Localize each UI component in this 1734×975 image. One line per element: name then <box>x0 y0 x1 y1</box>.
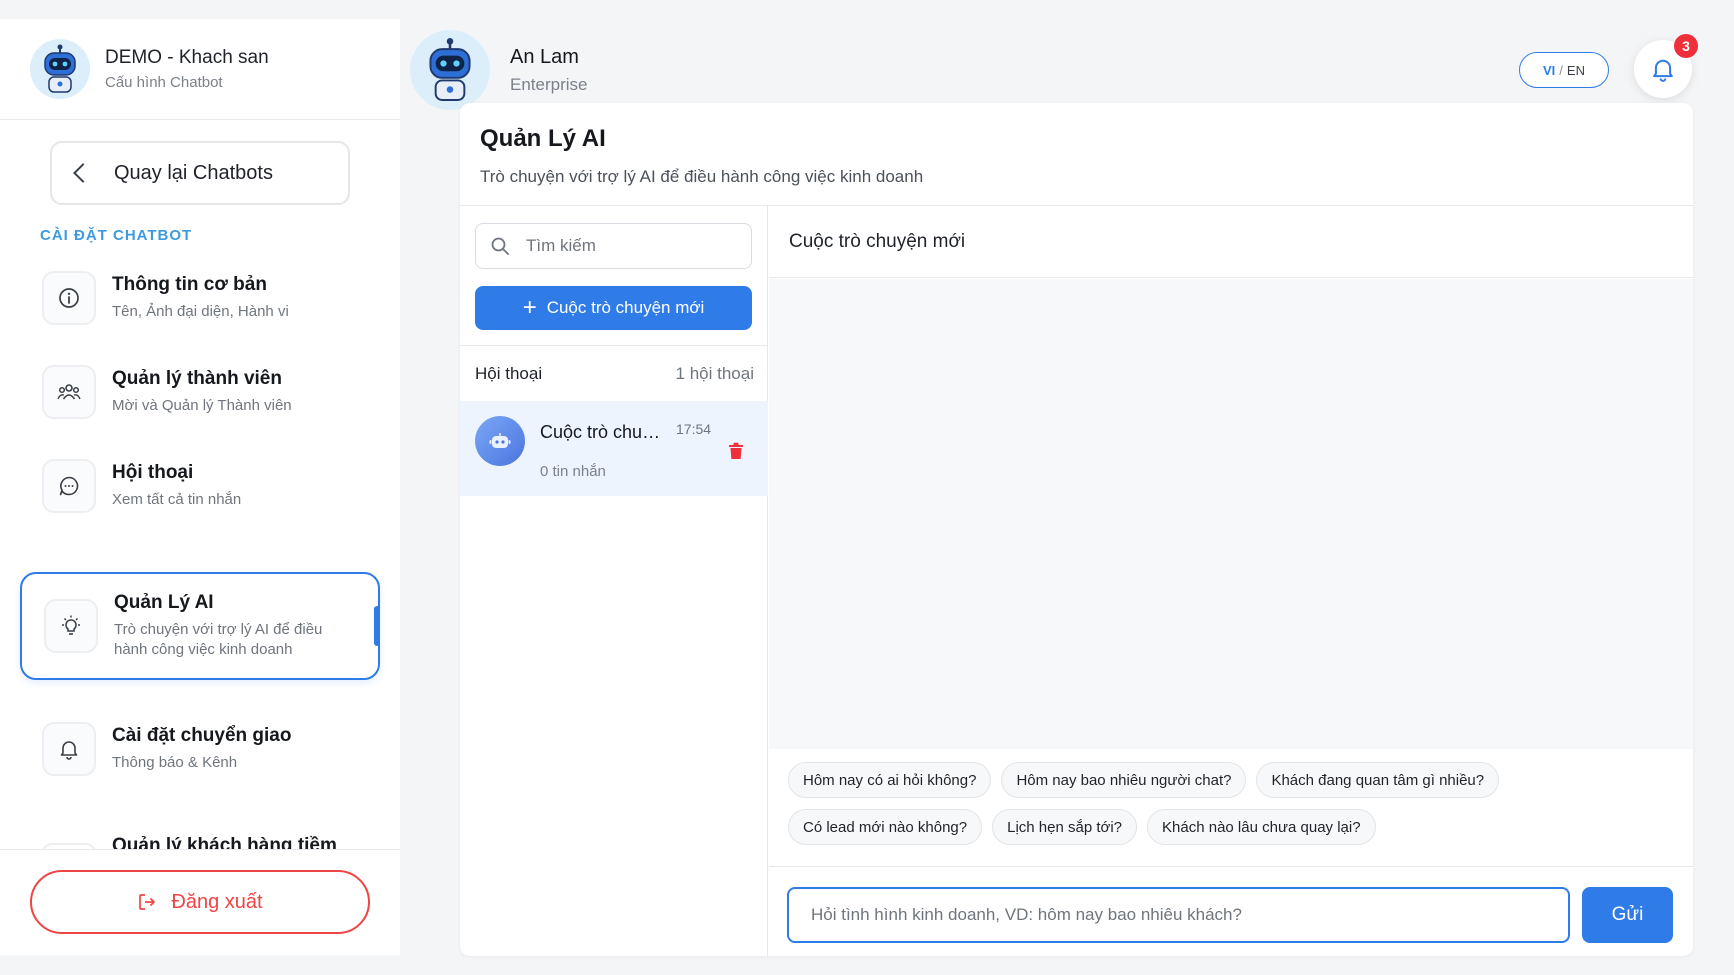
message-list <box>769 279 1693 749</box>
sidebar-item-desc: Tên, Ảnh đại diện, Hành vi <box>112 303 289 320</box>
suggestion-chip[interactable]: Khách nào lâu chưa quay lại? <box>1147 809 1376 845</box>
logout-button[interactable]: Đăng xuất <box>30 870 370 934</box>
new-conversation-button[interactable]: + Cuộc trò chuyện mới <box>475 286 752 330</box>
conversation-name: Cuộc trò chuyện mới <box>540 422 668 442</box>
users-icon <box>42 365 96 419</box>
suggestion-chip[interactable]: Lịch hẹn sắp tới? <box>992 809 1138 845</box>
logout-icon <box>139 894 156 910</box>
new-conversation-label: Cuộc trò chuyện mới <box>546 298 705 317</box>
sidebar-item-desc: Xem tất cả tin nhắn <box>112 491 242 508</box>
plus-icon: + <box>522 294 537 321</box>
sidebar-footer: Đăng xuất <box>0 849 400 955</box>
suggestion-chip[interactable]: Khách đang quan tâm gì nhiều? <box>1256 762 1500 798</box>
user-name: An Lam <box>510 45 579 68</box>
sidebar-item-desc: Trò chuyện với trợ lý AI để điều hành cô… <box>114 621 323 658</box>
sidebar-item-desc: Mời và Quản lý Thành viên <box>112 397 292 414</box>
delete-conversation-button[interactable] <box>728 442 744 465</box>
chat-area: Cuộc trò chuyện mới Hôm nay có ai hỏi kh… <box>769 206 1693 956</box>
bot-avatar <box>30 39 90 99</box>
bell-icon <box>42 722 96 776</box>
chevron-left-icon <box>73 163 93 183</box>
conversation-message-count: 0 tin nhắn <box>540 463 606 480</box>
chat-bubble-icon <box>42 459 96 513</box>
page-subtitle: Trò chuyện với trợ lý AI để điều hành cô… <box>480 167 924 186</box>
sidebar-item-handoff-settings[interactable]: Cài đặt chuyển giao Thông báo & Kênh <box>20 695 380 803</box>
info-icon <box>42 271 96 325</box>
search-icon <box>491 237 509 255</box>
user-header: An Lam Enterprise <box>410 30 587 110</box>
page-title: Quản Lý AI <box>480 125 606 152</box>
user-plan: Enterprise <box>510 74 588 94</box>
suggestion-chip[interactable]: Hôm nay có ai hỏi không? <box>788 762 992 798</box>
sidebar-item-conversations[interactable]: Hội thoại Xem tất cả tin nhắn <box>20 432 380 540</box>
bot-subtitle: Cấu hình Chatbot <box>105 74 223 91</box>
language-toggle[interactable]: VI / EN <box>1519 52 1609 88</box>
suggestion-chip[interactable]: Có lead mới nào không? <box>788 809 983 845</box>
active-indicator <box>374 606 380 646</box>
send-button[interactable]: Gửi <box>1582 887 1673 943</box>
sidebar-item-members[interactable]: Quản lý thành viên Mời và Quản lý Thành … <box>20 338 380 446</box>
sidebar-item-leads[interactable]: Quản lý khách hàng tiềm <box>20 835 380 849</box>
bot-name: DEMO - Khach san <box>105 47 269 68</box>
notification-button[interactable]: 3 <box>1634 34 1698 98</box>
sidebar-item-ai-management[interactable]: Quản Lý AI Trò chuyện với trợ lý AI để đ… <box>20 572 380 680</box>
sidebar-item-label: Quản lý thành viên <box>112 368 282 389</box>
list-title: Hội thoại <box>475 363 543 383</box>
robot-icon <box>429 38 471 101</box>
conversation-time: 17:54 <box>676 421 712 437</box>
sidebar-item-label: Hội thoại <box>112 462 194 483</box>
conversation-list-panel: + Cuộc trò chuyện mới Hội thoại 1 hội th… <box>460 206 768 956</box>
list-count: 1 hội thoại <box>675 363 754 383</box>
lang-vi: VI <box>1543 62 1556 78</box>
suggestion-chips: Hôm nay có ai hỏi không? Hôm nay bao nhi… <box>769 749 1693 867</box>
section-label: CÀI ĐẶT CHATBOT <box>40 227 193 244</box>
suggestion-chip[interactable]: Hôm nay bao nhiêu người chat? <box>1001 762 1247 798</box>
sidebar-item-label: Quản Lý AI <box>114 592 214 613</box>
main-header: Quản Lý AI Trò chuyện với trợ lý AI để đ… <box>460 103 1693 206</box>
message-composer: Gửi <box>769 868 1693 956</box>
sidebar-item-basic-info[interactable]: Thông tin cơ bản Tên, Ảnh đại diện, Hành… <box>20 244 380 352</box>
search-input[interactable] <box>526 236 726 256</box>
notification-badge: 3 <box>1674 34 1698 58</box>
main-panel: Quản Lý AI Trò chuyện với trợ lý AI để đ… <box>460 103 1693 956</box>
sidebar-item-label: Thông tin cơ bản <box>112 274 267 295</box>
chat-title: Cuộc trò chuyện mới <box>769 206 1693 278</box>
sidebar-item-label: Quản lý khách hàng tiềm <box>112 835 337 849</box>
sidebar-item-label: Cài đặt chuyển giao <box>112 725 292 746</box>
lang-en: EN <box>1566 62 1585 78</box>
conversation-avatar <box>475 416 525 466</box>
user-avatar[interactable] <box>410 30 490 110</box>
trash-icon <box>729 442 743 459</box>
lang-separator: / <box>1559 62 1563 78</box>
search-box[interactable] <box>475 223 752 269</box>
conversation-list-header: Hội thoại 1 hội thoại <box>460 345 768 401</box>
message-input[interactable] <box>787 887 1570 943</box>
bot-face-icon <box>489 433 511 448</box>
sidebar: DEMO - Khach san Cấu hình Chatbot Quay l… <box>0 19 400 955</box>
bell-icon <box>1653 59 1673 82</box>
back-button-label: Quay lại Chatbots <box>114 161 273 184</box>
back-to-chatbots-button[interactable]: Quay lại Chatbots <box>50 141 350 205</box>
lightbulb-icon <box>44 599 98 653</box>
sidebar-item-desc: Thông báo & Kênh <box>112 754 238 771</box>
conversation-item[interactable]: Cuộc trò chuyện mới 17:54 0 tin nhắn <box>460 401 768 496</box>
robot-icon <box>44 44 76 93</box>
sidebar-header: DEMO - Khach san Cấu hình Chatbot <box>0 19 400 120</box>
logout-label: Đăng xuất <box>171 890 263 913</box>
